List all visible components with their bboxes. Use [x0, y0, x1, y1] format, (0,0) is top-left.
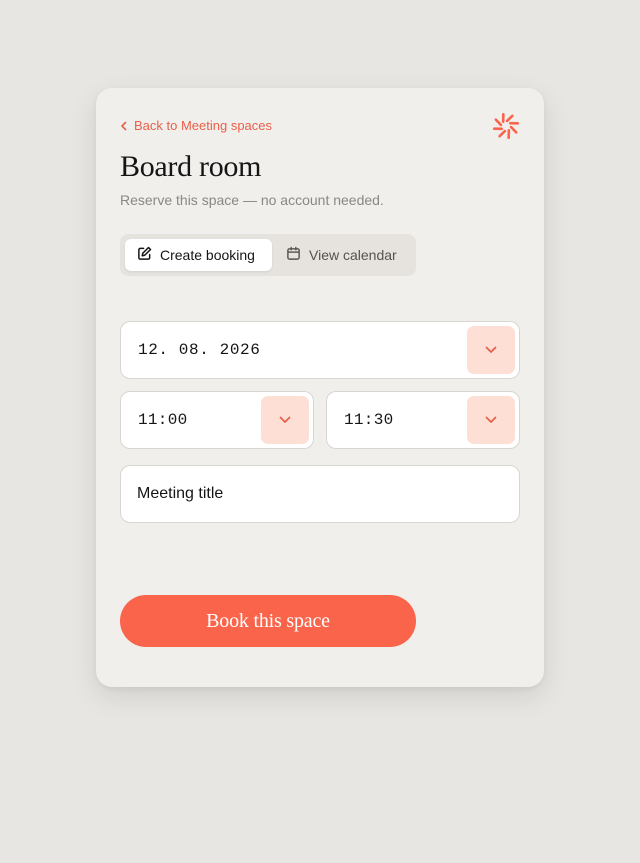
end-time-field[interactable]: 11:30 [326, 391, 520, 449]
end-time-dropdown-button[interactable] [467, 396, 515, 444]
page-title: Board room [120, 150, 262, 183]
sunburst-logo-icon [492, 112, 520, 140]
chevron-down-icon [485, 341, 497, 359]
chevron-down-icon [279, 411, 291, 429]
calendar-icon [286, 246, 301, 264]
book-this-space-button[interactable]: Book this space [120, 595, 416, 647]
back-to-meeting-spaces-link[interactable]: Back to Meeting spaces [120, 118, 272, 133]
back-link-label: Back to Meeting spaces [134, 118, 273, 133]
date-value: 12. 08. 2026 [138, 341, 261, 359]
chevron-left-icon [120, 121, 128, 131]
tab-view-calendar-label: View calendar [309, 247, 397, 263]
page-subtitle: Reserve this space — no account needed. [120, 192, 384, 208]
edit-icon [137, 246, 152, 264]
booking-card: Back to Meeting spaces Board room Reserv… [96, 88, 544, 687]
start-time-field[interactable]: 11:00 [120, 391, 314, 449]
chevron-down-icon [485, 411, 497, 429]
start-time-dropdown-button[interactable] [261, 396, 309, 444]
tab-create-booking-label: Create booking [160, 247, 255, 263]
date-dropdown-button[interactable] [467, 326, 515, 374]
tab-view-calendar[interactable]: View calendar [274, 239, 409, 271]
booking-mode-tabs: Create booking View calendar [120, 234, 416, 276]
meeting-title-input[interactable] [120, 465, 520, 523]
date-field[interactable]: 12. 08. 2026 [120, 321, 520, 379]
tab-create-booking[interactable]: Create booking [125, 239, 272, 271]
